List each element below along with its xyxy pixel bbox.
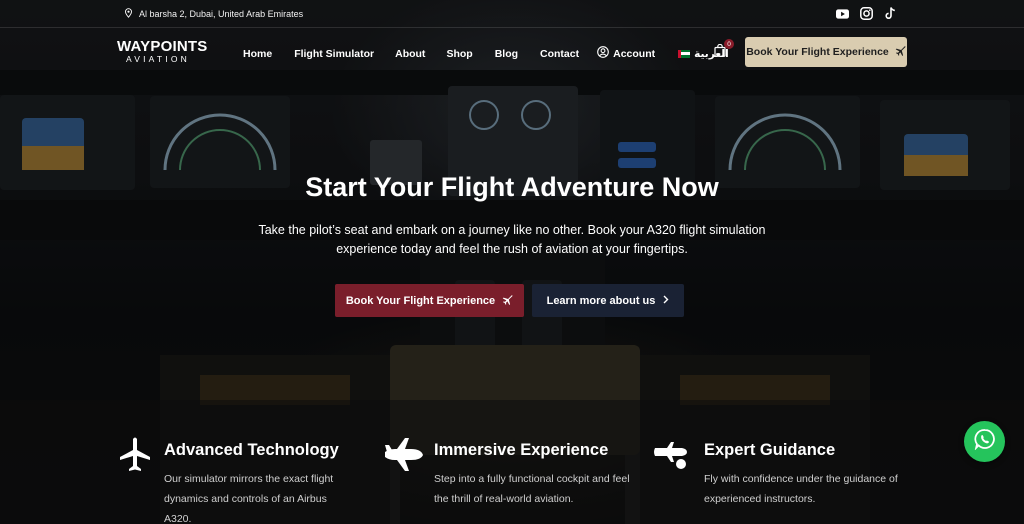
user-icon <box>597 46 609 61</box>
nav-item-home[interactable]: Home <box>243 48 272 60</box>
book-button-label: Book Your Flight Experience <box>345 294 496 307</box>
learn-more-button[interactable]: Learn more about us <box>532 284 684 317</box>
top-info-bar: Al barsha 2, Dubai, United Arab Emirates <box>0 0 1024 28</box>
location: Al barsha 2, Dubai, United Arab Emirates <box>124 8 303 20</box>
airplane-icon <box>502 294 513 308</box>
instagram-icon[interactable] <box>860 7 873 20</box>
airplane-top-icon <box>118 436 158 476</box>
book-experience-nav-button[interactable]: Book Your Flight Experience <box>745 37 907 67</box>
account-label: Account <box>613 47 656 60</box>
nav-item-contact[interactable]: Contact <box>540 48 579 60</box>
hero-title: Start Your Flight Adventure Now <box>305 172 719 202</box>
nav-item-blog[interactable]: Blog <box>495 48 518 60</box>
location-pin-icon <box>124 8 133 20</box>
airplane-side-icon <box>383 436 423 476</box>
book-experience-button[interactable]: Book Your Flight Experience <box>335 284 524 317</box>
pilot-guidance-icon <box>651 436 691 476</box>
feature-description: Step into a fully functional cockpit and… <box>434 473 630 505</box>
logo-wordmark: WAYPOINTS <box>117 38 208 55</box>
nav-menu: Home Flight Simulator About Shop Blog Co… <box>243 46 729 61</box>
nav-item-account[interactable]: Account <box>597 46 655 61</box>
feature-title: Advanced Technology <box>164 441 339 459</box>
nav-item-flight-simulator[interactable]: Flight Simulator <box>294 48 374 60</box>
nav-item-about[interactable]: About <box>395 48 425 60</box>
nav-item-shop[interactable]: Shop <box>446 48 472 60</box>
location-text: Al barsha 2, Dubai, United Arab Emirates <box>139 9 304 19</box>
feature-title: Immersive Experience <box>434 441 609 459</box>
whatsapp-button[interactable] <box>964 421 1005 462</box>
hero-subtitle: Take the pilot’s seat and embark on a jo… <box>258 223 766 256</box>
chevron-right-icon <box>663 295 669 307</box>
learn-more-label: Learn more about us <box>546 294 656 307</box>
airplane-icon <box>895 45 906 59</box>
main-navigation: WAYPOINTS AVIATION Home Flight Simulator… <box>0 29 1024 75</box>
social-links <box>836 7 897 20</box>
youtube-icon[interactable] <box>836 7 849 20</box>
cart-button[interactable]: 0 <box>714 39 734 58</box>
feature-title: Expert Guidance <box>704 441 836 459</box>
site-logo[interactable]: WAYPOINTS AVIATION <box>117 39 207 67</box>
cart-count-badge: 0 <box>724 39 734 49</box>
feature-description: Our simulator mirrors the exact flight d… <box>164 473 334 524</box>
feature-description: Fly with confidence under the guidance o… <box>704 473 898 505</box>
whatsapp-icon <box>973 428 996 455</box>
uae-flag-icon <box>678 49 691 58</box>
tiktok-icon[interactable] <box>884 7 897 20</box>
book-nav-label: Book Your Flight Experience <box>746 46 889 58</box>
logo-subtitle: AVIATION <box>126 54 191 64</box>
